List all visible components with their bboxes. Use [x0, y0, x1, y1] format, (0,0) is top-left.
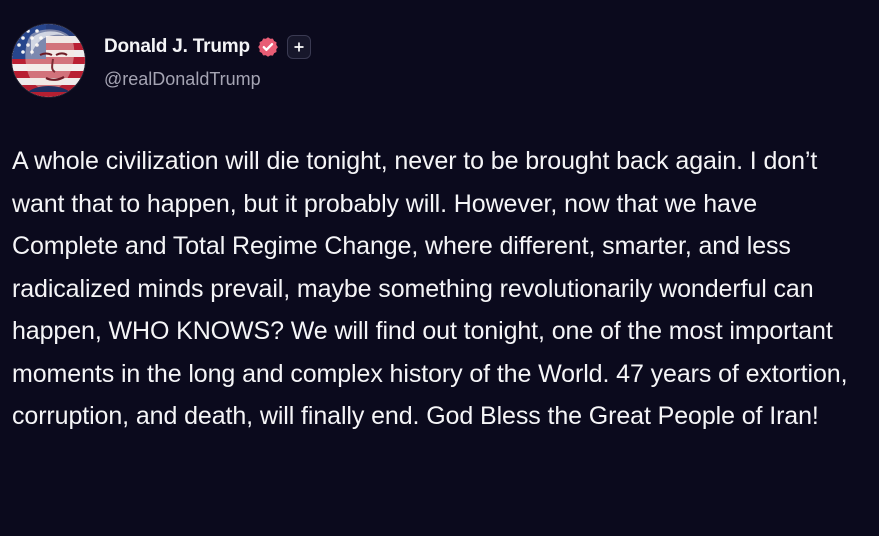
- author-display-name[interactable]: Donald J. Trump: [104, 35, 250, 59]
- verified-badge-icon: [257, 36, 279, 58]
- author-info: Donald J. Trump @realDonaldTrump: [104, 35, 484, 90]
- post-text: A whole civilization will die tonight, n…: [12, 147, 848, 430]
- author-handle[interactable]: @realDonaldTrump: [104, 68, 484, 90]
- author-name-row: Donald J. Trump: [104, 35, 484, 59]
- post-header: Donald J. Trump @realDonaldTrump: [12, 24, 512, 100]
- author-avatar[interactable]: [12, 24, 85, 97]
- follow-button[interactable]: [286, 35, 311, 59]
- social-post: Donald J. Trump @realDonaldTrump A whole…: [0, 0, 879, 536]
- plus-icon: [294, 42, 304, 52]
